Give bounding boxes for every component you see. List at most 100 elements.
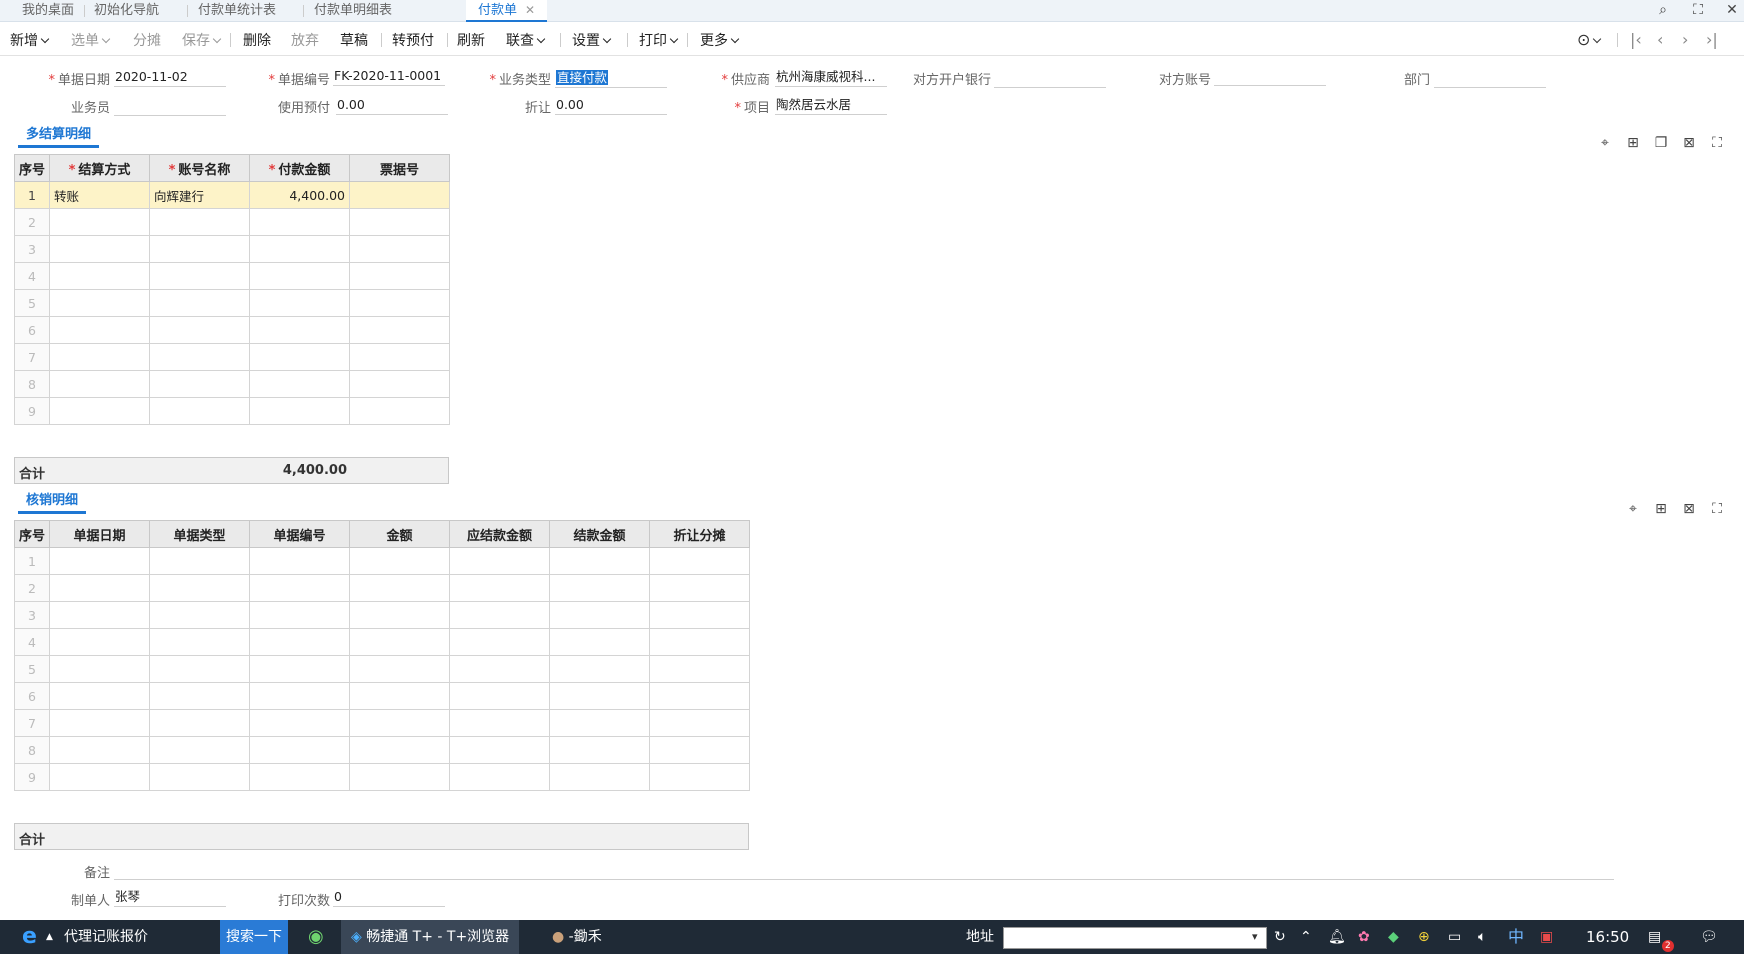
find-icon[interactable]: ⊙	[1577, 30, 1602, 49]
locate-icon[interactable]: ⌖	[1596, 134, 1614, 152]
table-cell[interactable]	[49, 547, 150, 575]
save-button[interactable]: 保存	[182, 30, 222, 50]
account-name-cell[interactable]	[149, 397, 250, 425]
message-icon[interactable]: 💬︎	[1700, 920, 1718, 954]
table-row[interactable]: 3	[14, 601, 750, 629]
tab-payment-stats[interactable]: 付款单统计表	[198, 0, 276, 22]
add-row-icon[interactable]: ⊞	[1652, 500, 1670, 518]
table-cell[interactable]	[449, 601, 550, 629]
table-cell[interactable]	[249, 547, 350, 575]
verify-section-title[interactable]: 核销明细	[18, 490, 87, 514]
table-cell[interactable]	[649, 628, 750, 656]
account-field[interactable]	[1214, 66, 1326, 86]
account-name-cell[interactable]	[149, 208, 250, 236]
amount-cell[interactable]	[249, 262, 350, 290]
notification-bell-icon[interactable]: 🔔︎	[1328, 920, 1346, 954]
table-cell[interactable]	[149, 709, 250, 737]
table-cell[interactable]	[149, 574, 250, 602]
settle-method-cell[interactable]	[49, 343, 150, 371]
table-row[interactable]: 9	[14, 763, 750, 791]
table-cell[interactable]	[349, 574, 450, 602]
table-cell[interactable]	[649, 736, 750, 764]
first-record-icon[interactable]: |‹	[1630, 30, 1642, 49]
fullscreen-icon[interactable]: ⛶	[1688, 2, 1708, 20]
table-cell[interactable]	[449, 763, 550, 791]
delete-row-icon[interactable]: ⊠	[1680, 500, 1698, 518]
table-cell[interactable]	[549, 628, 650, 656]
table-cell[interactable]	[549, 682, 650, 710]
table-cell[interactable]	[349, 547, 450, 575]
settle-method-cell[interactable]	[49, 397, 150, 425]
table-cell[interactable]	[149, 547, 250, 575]
table-row[interactable]: 4	[14, 628, 750, 656]
table-cell[interactable]	[549, 574, 650, 602]
settle-method-cell[interactable]	[49, 370, 150, 398]
ie-icon[interactable]: e	[22, 920, 37, 954]
table-cell[interactable]	[149, 763, 250, 791]
table-cell[interactable]	[449, 547, 550, 575]
refresh-button[interactable]: 刷新	[457, 30, 485, 50]
close-window-icon[interactable]: ✕	[1722, 2, 1742, 20]
table-cell[interactable]	[149, 736, 250, 764]
table-cell[interactable]	[649, 601, 750, 629]
table-cell[interactable]	[49, 736, 150, 764]
bill-no-cell[interactable]	[349, 235, 450, 263]
print-button[interactable]: 打印	[639, 30, 679, 50]
table-cell[interactable]	[449, 574, 550, 602]
staff-field[interactable]	[114, 96, 226, 116]
delete-row-icon[interactable]: ⊠	[1680, 134, 1698, 152]
previous-record-icon[interactable]: ‹	[1657, 30, 1663, 49]
table-cell[interactable]	[249, 709, 350, 737]
table-cell[interactable]	[549, 763, 650, 791]
more-button[interactable]: 更多	[700, 30, 740, 50]
table-cell[interactable]	[549, 601, 650, 629]
taskbar-app-title[interactable]: 代理记账报价	[64, 920, 148, 954]
table-cell[interactable]	[349, 709, 450, 737]
account-name-cell[interactable]	[149, 370, 250, 398]
table-cell[interactable]	[149, 601, 250, 629]
tab-payment-voucher[interactable]: 付款单 ✕	[466, 0, 548, 22]
settle-method-cell[interactable]: 转账	[49, 181, 150, 209]
draft-button[interactable]: 草稿	[340, 30, 368, 50]
settle-section-title[interactable]: 多结算明细	[18, 124, 100, 148]
table-cell[interactable]	[449, 655, 550, 683]
amount-cell[interactable]: 4,400.00	[249, 181, 350, 209]
table-cell[interactable]	[649, 682, 750, 710]
to-prepay-button[interactable]: 转预付	[392, 30, 434, 50]
table-cell[interactable]	[249, 655, 350, 683]
table-cell[interactable]	[349, 628, 450, 656]
table-row[interactable]: 8	[14, 736, 750, 764]
taskbar-user-window[interactable]: ● -鋤禾	[552, 920, 602, 954]
table-cell[interactable]	[449, 736, 550, 764]
bill-no-cell[interactable]	[349, 343, 450, 371]
discard-button[interactable]: 放弃	[291, 30, 319, 50]
tray-plus-icon[interactable]: ⊕	[1418, 920, 1430, 954]
search-icon[interactable]: ⌕	[1653, 2, 1673, 20]
table-cell[interactable]	[149, 655, 250, 683]
table-cell[interactable]	[349, 763, 450, 791]
account-name-cell[interactable]	[149, 343, 250, 371]
table-cell[interactable]	[149, 682, 250, 710]
table-row[interactable]: 7	[14, 343, 450, 371]
bill-no-cell[interactable]	[349, 262, 450, 290]
table-cell[interactable]	[349, 682, 450, 710]
address-dropdown-icon[interactable]: ▾	[1252, 920, 1258, 954]
action-center-icon[interactable]: ▤	[1648, 920, 1661, 954]
bill-no-cell[interactable]	[349, 289, 450, 317]
table-row[interactable]: 3	[14, 235, 450, 263]
amount-cell[interactable]	[249, 316, 350, 344]
taskbar-browser-window[interactable]: ◈ 畅捷通 T+ - T+浏览器	[341, 920, 520, 954]
account-name-cell[interactable]	[149, 316, 250, 344]
bill-no-cell[interactable]	[349, 316, 450, 344]
browser-icon[interactable]: ◉	[308, 920, 324, 954]
date-field[interactable]: 2020-11-02	[114, 67, 226, 87]
table-row[interactable]: 6	[14, 682, 750, 710]
table-cell[interactable]	[549, 709, 650, 737]
expand-icon[interactable]: ⛶	[1708, 134, 1726, 152]
table-cell[interactable]	[649, 763, 750, 791]
table-cell[interactable]	[249, 682, 350, 710]
next-record-icon[interactable]: ›	[1682, 30, 1688, 49]
table-cell[interactable]	[249, 736, 350, 764]
table-cell[interactable]	[249, 601, 350, 629]
locate-icon[interactable]: ⌖	[1624, 500, 1642, 518]
